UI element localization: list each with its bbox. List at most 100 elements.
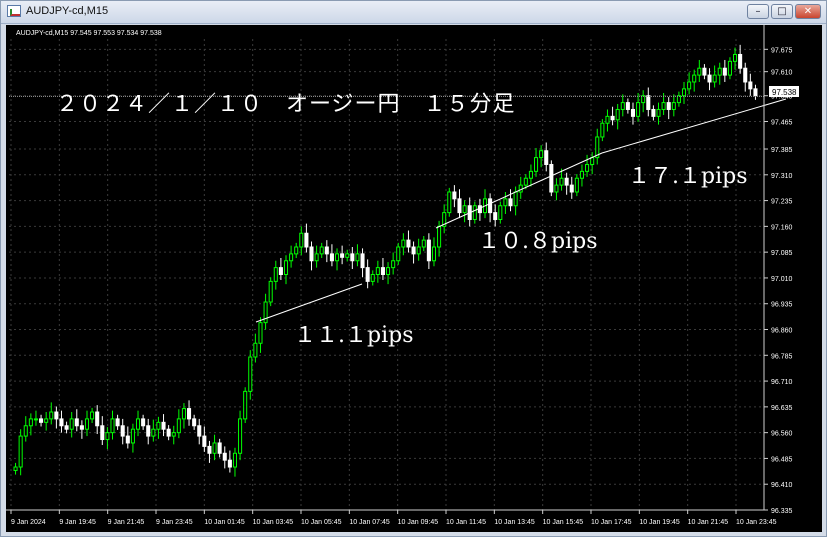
- candle-body: [539, 150, 544, 159]
- candle-body: [49, 411, 54, 420]
- candle-body: [28, 418, 33, 427]
- time-axis[interactable]: 9 Jan 2024 9 Jan 19:45 9 Jan 21:45 9 Jan 23…: [6, 509, 777, 526]
- candle-body: [309, 246, 314, 262]
- chart-window-icon: [7, 5, 21, 17]
- title-bar[interactable]: AUDJPY-cd,M15 – □ ✕: [1, 1, 826, 24]
- candle-body: [74, 418, 79, 427]
- price-tick-label: 97.675: [771, 47, 793, 54]
- time-tick-label: 10 Jan 21:45: [688, 519, 729, 526]
- candle-body: [452, 191, 457, 200]
- candle-body: [697, 67, 702, 76]
- candle-body: [238, 418, 243, 454]
- candle-body: [222, 452, 227, 461]
- time-tick-label: 10 Jan 01:45: [204, 519, 245, 526]
- candle-body: [176, 418, 181, 434]
- candle-body: [681, 88, 687, 97]
- candle-body: [156, 421, 161, 430]
- candle-body: [523, 177, 528, 186]
- candle-body: [289, 253, 294, 262]
- candle-body: [692, 74, 697, 83]
- candle-body: [738, 53, 743, 69]
- time-tick-label: 9 Jan 23:45: [156, 519, 193, 526]
- candle-body: [579, 170, 584, 179]
- candle-body: [411, 246, 416, 255]
- candle-body: [263, 301, 268, 324]
- candle-body: [416, 246, 421, 255]
- candle-body: [105, 432, 110, 441]
- price-tick-label: 96.785: [771, 353, 793, 360]
- candle-body: [345, 253, 350, 258]
- candle-body: [54, 411, 59, 420]
- candle-body: [462, 205, 467, 214]
- candle-body: [426, 239, 431, 262]
- candle-body: [268, 280, 273, 303]
- candle-body: [273, 267, 278, 282]
- trend-lines: [255, 98, 787, 323]
- candle-body: [319, 246, 324, 255]
- annotation-title: ２０２４／１／１０ オージー円 １５分足: [56, 92, 516, 117]
- candle-body: [39, 418, 44, 423]
- candle-body: [646, 95, 651, 110]
- candle-body: [202, 435, 207, 447]
- close-button[interactable]: ✕: [795, 4, 821, 19]
- candle-body: [431, 246, 437, 262]
- candle-body: [161, 421, 166, 430]
- time-tick-label: 10 Jan 17:45: [591, 519, 632, 526]
- minimize-button[interactable]: –: [747, 4, 769, 19]
- maximize-button[interactable]: □: [771, 4, 793, 19]
- candle-body: [59, 418, 64, 427]
- chart-window: AUDJPY-cd,M15 – □ ✕ 97.675 97.610 97.540 97…: [0, 0, 827, 537]
- time-tick-label: 10 Jan 19:45: [639, 519, 680, 526]
- candle-body: [44, 418, 49, 423]
- candle-body: [294, 246, 299, 255]
- candle-body: [350, 253, 355, 262]
- candle-body: [666, 102, 671, 110]
- candle-body: [171, 432, 176, 437]
- candle-body: [334, 253, 340, 262]
- price-chart[interactable]: 97.675 97.610 97.540 97.465 97.385 97.310 97.2…: [6, 25, 822, 532]
- time-tick-label: 10 Jan 07:45: [349, 519, 390, 526]
- candle-body: [544, 150, 549, 165]
- candle-body: [717, 67, 722, 76]
- candle-body: [141, 418, 146, 427]
- candle-body: [314, 253, 319, 262]
- price-tick-label: 96.485: [771, 456, 793, 463]
- candle-body: [181, 408, 186, 420]
- candle-body: [69, 418, 74, 430]
- price-tick-label: 97.465: [771, 120, 793, 127]
- candle-body: [406, 239, 411, 248]
- candle-body: [600, 122, 605, 138]
- annotation-move-3: １７.１pips: [628, 164, 748, 189]
- candle-body: [23, 425, 28, 437]
- annotation-move-1: １１.１pips: [294, 323, 414, 348]
- candle-body: [79, 425, 84, 430]
- candle-body: [33, 418, 38, 421]
- candle-body: [661, 102, 666, 110]
- time-tick-label: 10 Jan 13:45: [494, 519, 535, 526]
- time-tick-label: 10 Jan 05:45: [301, 519, 342, 526]
- candle-body: [192, 418, 197, 427]
- candle-body: [380, 267, 385, 275]
- candle-body: [753, 88, 758, 97]
- candle-body: [396, 246, 401, 262]
- price-tick-label: 96.635: [771, 405, 793, 412]
- candle-body: [248, 356, 253, 392]
- candle-body: [615, 108, 620, 121]
- price-axis[interactable]: 97.67597.61097.54097.46597.38597.31097.2…: [763, 25, 793, 515]
- candle-body: [386, 267, 391, 275]
- candle-body: [733, 53, 738, 62]
- candle-body: [304, 232, 309, 248]
- candle-body: [197, 425, 202, 437]
- candle-body: [370, 274, 375, 282]
- price-tick-label: 97.010: [771, 276, 793, 283]
- candle-body: [110, 418, 115, 434]
- candle-body: [722, 67, 727, 76]
- candle-body: [125, 435, 130, 444]
- candle-body: [146, 425, 151, 437]
- candle-body: [554, 184, 559, 193]
- candle-body: [115, 418, 120, 427]
- candle-body: [375, 267, 380, 275]
- candle-body: [457, 198, 462, 214]
- price-tick-label: 96.410: [771, 482, 793, 489]
- candle-body: [253, 342, 258, 358]
